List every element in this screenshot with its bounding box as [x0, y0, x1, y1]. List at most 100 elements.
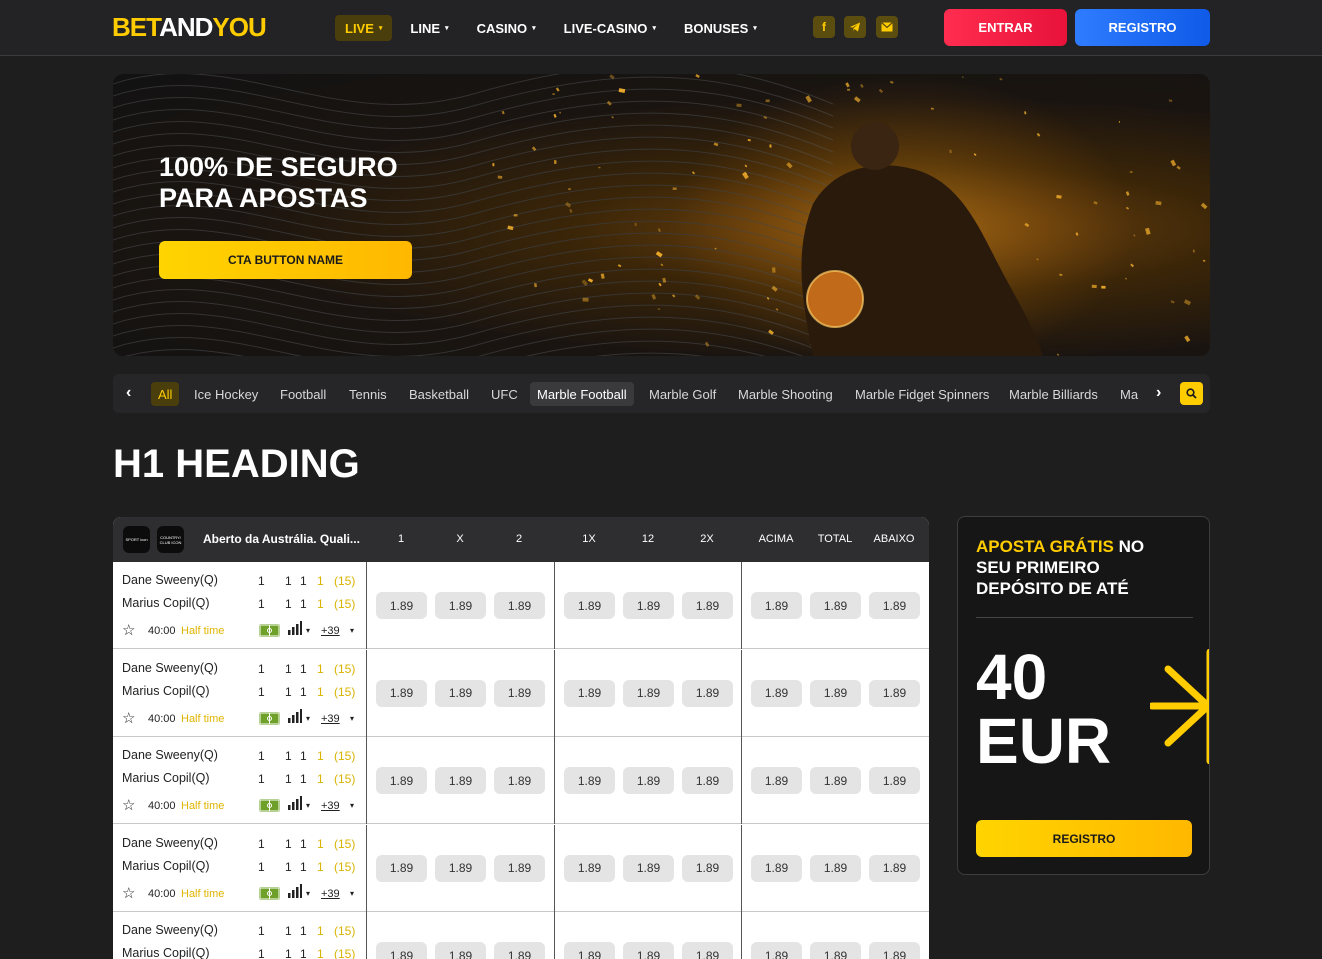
facebook-icon[interactable]: f — [813, 16, 835, 38]
caret-down-icon[interactable]: ▾ — [350, 889, 354, 898]
odds-button[interactable]: 1.89 — [435, 942, 486, 959]
nav-line[interactable]: LINE ▾ — [400, 15, 458, 41]
stats-icon[interactable] — [288, 883, 302, 898]
table-row[interactable]: Dane Sweeny(Q) Marius Copil(Q) 1 1 1 1 (15) 1 1 1… — [113, 649, 929, 737]
odds-button[interactable]: 1.89 — [751, 679, 802, 707]
chevron-left-icon[interactable]: ‹ — [126, 384, 131, 402]
odds-button[interactable]: 1.89 — [682, 767, 733, 794]
nav-bonuses[interactable]: BONUSES ▾ — [674, 15, 767, 41]
odds-button[interactable]: 1.89 — [494, 942, 545, 959]
odds-button[interactable]: 1.89 — [810, 592, 861, 619]
player-home[interactable]: Dane Sweeny(Q) — [122, 573, 218, 587]
odds-button[interactable]: 1.89 — [682, 592, 733, 619]
odds-button[interactable]: 1.89 — [435, 679, 486, 707]
telegram-icon[interactable] — [844, 16, 866, 38]
more-markets-link[interactable]: +39 — [321, 800, 340, 812]
more-markets-link[interactable]: +39 — [321, 888, 340, 900]
league-name[interactable]: Aberto da Austrália. Quali... — [203, 532, 360, 546]
star-icon[interactable]: ☆ — [122, 884, 135, 902]
sport-tab-basketball[interactable]: Basketball — [402, 382, 476, 406]
odds-button[interactable]: 1.89 — [435, 854, 486, 882]
odds-button[interactable]: 1.89 — [494, 592, 545, 619]
odds-button[interactable]: 1.89 — [376, 942, 427, 959]
table-row[interactable]: Dane Sweeny(Q) Marius Copil(Q) 1 1 1 1 (15) 1 1 1… — [113, 824, 929, 912]
odds-button[interactable]: 1.89 — [623, 592, 674, 619]
login-button[interactable]: ENTRAR — [944, 9, 1067, 46]
player-home[interactable]: Dane Sweeny(Q) — [122, 923, 218, 937]
caret-down-icon[interactable]: ▾ — [350, 714, 354, 723]
odds-button[interactable]: 1.89 — [564, 767, 615, 794]
player-away[interactable]: Marius Copil(Q) — [122, 946, 210, 959]
caret-down-icon[interactable]: ▾ — [306, 714, 310, 723]
odds-button[interactable]: 1.89 — [682, 679, 733, 707]
field-icon[interactable] — [259, 799, 280, 812]
sport-tab-marble-fidget-spinners[interactable]: Marble Fidget Spinners — [848, 382, 996, 406]
odds-button[interactable]: 1.89 — [623, 679, 674, 707]
odds-button[interactable]: 1.89 — [564, 942, 615, 959]
odds-button[interactable]: 1.89 — [751, 942, 802, 959]
odds-button[interactable]: 1.89 — [869, 767, 920, 794]
banner-cta-button[interactable]: CTA BUTTON NAME — [159, 241, 412, 279]
caret-down-icon[interactable]: ▾ — [306, 801, 310, 810]
odds-button[interactable]: 1.89 — [623, 942, 674, 959]
sport-tab-marble-shooting[interactable]: Marble Shooting — [731, 382, 840, 406]
field-icon[interactable] — [259, 711, 280, 725]
sport-tab-ma[interactable]: Ma — [1113, 382, 1143, 406]
betandyou-logo[interactable]: BETANDYOU — [112, 12, 267, 43]
table-row[interactable]: Dane Sweeny(Q) Marius Copil(Q) 1 1 1 1 (15) 1 1 1… — [113, 562, 929, 649]
odds-button[interactable]: 1.89 — [810, 854, 861, 882]
sport-tab-ice-hockey[interactable]: Ice Hockey — [187, 382, 265, 406]
nav-live-casino[interactable]: LIVE-CASINO ▾ — [554, 15, 666, 41]
odds-button[interactable]: 1.89 — [494, 679, 545, 707]
odds-button[interactable]: 1.89 — [869, 592, 920, 619]
odds-button[interactable]: 1.89 — [564, 592, 615, 619]
player-away[interactable]: Marius Copil(Q) — [122, 771, 210, 785]
odds-button[interactable]: 1.89 — [435, 767, 486, 794]
odds-button[interactable]: 1.89 — [869, 679, 920, 707]
register-button[interactable]: REGISTRO — [1075, 9, 1210, 46]
star-icon[interactable]: ☆ — [122, 709, 135, 727]
odds-button[interactable]: 1.89 — [623, 854, 674, 882]
star-icon[interactable]: ☆ — [122, 621, 135, 639]
odds-button[interactable]: 1.89 — [494, 854, 545, 882]
odds-button[interactable]: 1.89 — [564, 679, 615, 707]
player-home[interactable]: Dane Sweeny(Q) — [122, 836, 218, 850]
sport-tab-marble-billiards[interactable]: Marble Billiards — [1002, 382, 1105, 406]
odds-button[interactable]: 1.89 — [376, 679, 427, 707]
caret-down-icon[interactable]: ▾ — [306, 626, 310, 635]
odds-button[interactable]: 1.89 — [682, 942, 733, 959]
odds-button[interactable]: 1.89 — [869, 854, 920, 882]
sport-tab-tennis[interactable]: Tennis — [342, 382, 394, 406]
player-home[interactable]: Dane Sweeny(Q) — [122, 748, 218, 762]
table-row[interactable]: Dane Sweeny(Q) Marius Copil(Q) 1 1 1 1 (15) 1 1 1… — [113, 737, 929, 824]
star-icon[interactable]: ☆ — [122, 796, 135, 814]
caret-down-icon[interactable]: ▾ — [350, 626, 354, 635]
player-away[interactable]: Marius Copil(Q) — [122, 684, 210, 698]
player-away[interactable]: Marius Copil(Q) — [122, 596, 210, 610]
search-icon[interactable] — [1180, 382, 1203, 405]
odds-button[interactable]: 1.89 — [751, 592, 802, 619]
field-icon[interactable] — [259, 624, 280, 637]
player-away[interactable]: Marius Copil(Q) — [122, 859, 210, 873]
odds-button[interactable]: 1.89 — [435, 592, 486, 619]
stats-icon[interactable] — [288, 621, 302, 635]
odds-button[interactable]: 1.89 — [810, 767, 861, 794]
odds-button[interactable]: 1.89 — [494, 767, 545, 794]
more-markets-link[interactable]: +39 — [321, 713, 340, 725]
caret-down-icon[interactable]: ▾ — [350, 801, 354, 810]
chevron-right-icon[interactable]: › — [1156, 384, 1161, 402]
sport-tab-all[interactable]: All — [151, 382, 180, 406]
stats-icon[interactable] — [288, 796, 302, 810]
sport-tab-ufc[interactable]: UFC — [484, 382, 525, 406]
odds-button[interactable]: 1.89 — [751, 854, 802, 882]
mail-icon[interactable] — [876, 16, 898, 38]
sport-tab-football[interactable]: Football — [273, 382, 333, 406]
promo-register-button[interactable]: REGISTRO — [976, 820, 1192, 857]
nav-live[interactable]: LIVE ▾ — [335, 15, 393, 41]
odds-button[interactable]: 1.89 — [751, 767, 802, 794]
odds-button[interactable]: 1.89 — [869, 942, 920, 959]
nav-casino[interactable]: CASINO ▾ — [467, 15, 546, 41]
stats-icon[interactable] — [288, 708, 302, 723]
odds-button[interactable]: 1.89 — [564, 854, 615, 882]
field-icon[interactable] — [259, 886, 280, 900]
